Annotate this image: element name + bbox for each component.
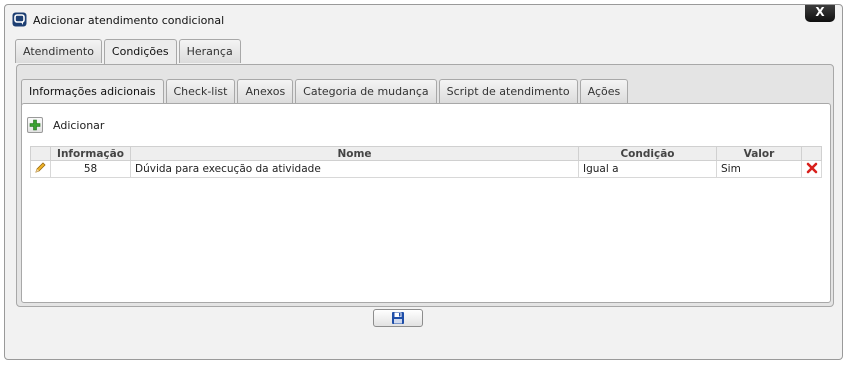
tab-anexos[interactable]: Anexos [237,79,294,103]
chat-bubble-icon [12,12,27,27]
tab-check-list[interactable]: Check-list [165,79,236,103]
table-row[interactable]: 58 Dúvida para execução da atividade Igu… [30,160,822,178]
tab-acoes[interactable]: Ações [579,79,629,103]
column-header-condicao[interactable]: Condição [578,146,717,161]
conditions-table: Informação Nome Condição Valor 58 Dúvida… [30,146,822,178]
condicoes-panel: Informações adicionais Check-list Anexos… [16,64,834,307]
column-header-valor[interactable]: Valor [716,146,802,161]
table-header-row: Informação Nome Condição Valor [30,146,822,161]
tab-categoria-de-mudanca[interactable]: Categoria de mudança [295,79,437,103]
edit-cell[interactable] [30,160,51,178]
cell-condicao: Igual a [578,160,717,178]
close-button[interactable]: X [805,5,835,22]
dialog-window: Adicionar atendimento condicional X Aten… [4,4,843,360]
plus-icon[interactable] [27,117,43,133]
pencil-icon[interactable] [34,161,47,174]
inner-tab-bar: Informações adicionais Check-list Anexos… [21,79,630,105]
column-header-nome[interactable]: Nome [130,146,579,161]
outer-tab-bar: Atendimento Condições Herança [15,39,243,65]
dialog-titlebar: Adicionar atendimento condicional X [5,5,842,33]
add-button[interactable]: Adicionar [27,117,104,133]
column-header-actions [30,146,51,161]
column-header-informacao[interactable]: Informação [50,146,131,161]
delete-x-icon[interactable] [806,162,818,174]
floppy-disk-icon [392,312,404,324]
column-header-delete [801,146,822,161]
cell-nome: Dúvida para execução da atividade [130,160,579,178]
delete-cell[interactable] [801,160,822,178]
add-button-label: Adicionar [53,118,105,132]
tab-heranca[interactable]: Herança [178,39,241,63]
dialog-title: Adicionar atendimento condicional [33,14,225,27]
tab-atendimento[interactable]: Atendimento [15,39,102,63]
tab-script-de-atendimento[interactable]: Script de atendimento [438,79,578,103]
cell-informacao: 58 [50,160,131,178]
informacoes-adicionais-panel: Adicionar Informação Nome Condição Valor [21,103,831,303]
save-button[interactable] [373,309,423,327]
tab-condicoes[interactable]: Condições [103,39,177,65]
tab-informacoes-adicionais[interactable]: Informações adicionais [21,79,164,105]
cell-valor: Sim [716,160,802,178]
